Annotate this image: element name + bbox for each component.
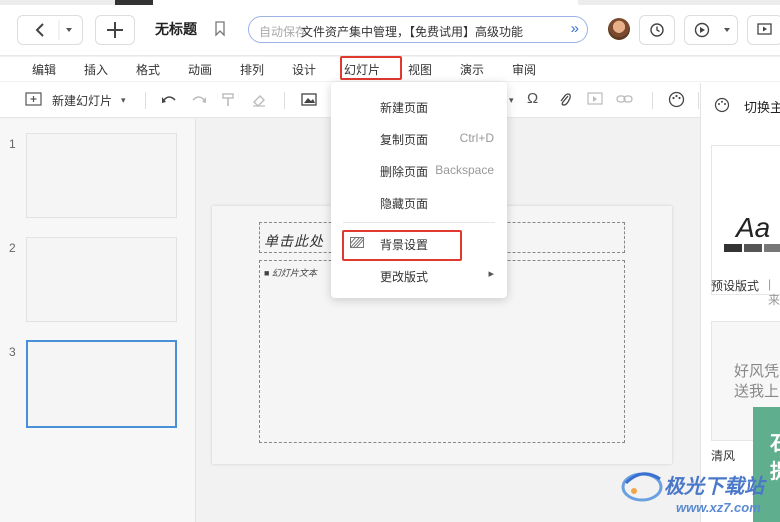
menu-review[interactable]: 审阅 [512,61,536,78]
new-slide-caret-icon[interactable]: ▾ [121,95,126,106]
theme-preview-2-line1: 好风凭 [734,363,780,380]
slide-number: 2 [9,241,16,255]
menu-item-duplicate-page[interactable]: 复制页面 [380,131,428,148]
theme-preview-3-text1: 石 [770,427,780,456]
slide-menu-dropdown: 新建页面 复制页面 Ctrl+D 删除页面 Backspace 隐藏页面 背景设… [331,82,507,298]
menu-view[interactable]: 视图 [408,61,432,78]
highlight-box-slide-menu [340,56,402,80]
promo-banner[interactable]: 自动保存 文件资产集中管理，【免费试用】高级功能 » [248,16,588,43]
watermark-brand: 极光下载站 [664,476,764,498]
slide-thumbnail-panel: 1 2 3 [0,119,196,522]
swatch [764,244,780,252]
theme-preview-aa: Aa [736,212,771,243]
image-icon[interactable] [301,92,318,107]
tab-strip-current [153,0,578,5]
theme-preview-1[interactable]: Aa [711,145,780,295]
shape-caret-icon[interactable]: ▾ [509,95,514,106]
caret-down-icon [66,28,72,32]
history-button[interactable] [639,15,675,45]
highlight-box-background-settings [342,230,462,261]
active-tab-indicator[interactable] [115,0,153,5]
theme-preview-2-label: 清风 [711,449,736,463]
play-button[interactable] [684,15,738,45]
theme-panel-title: 切换主 [744,100,780,115]
present-icon [757,23,772,35]
new-slide-icon[interactable] [25,91,43,108]
menu-design[interactable]: 设计 [292,61,316,78]
promo-banner-text[interactable]: 文件资产集中管理，【免费试用】高级功能 [301,23,523,40]
plus-icon [107,22,123,38]
double-chevron-right-icon[interactable]: » [571,20,579,37]
watermark-logo-icon [621,472,663,502]
chevron-left-icon[interactable] [18,15,82,45]
menu-present[interactable]: 演示 [460,61,484,78]
theme-preview-3-text2: 提 [770,455,780,484]
theme-preview-1-sublabel: | 来 [768,277,780,307]
document-title[interactable]: 无标题 [155,19,197,39]
eraser-icon[interactable] [251,92,267,108]
omega-icon[interactable]: Ω [527,90,538,107]
menu-item-new-page[interactable]: 新建页面 [380,99,428,116]
present-button[interactable] [747,15,780,45]
toolbar-divider [652,92,653,109]
slide-thumbnail-1[interactable] [26,133,177,218]
theme-preview-2-line2: 送我上 [734,383,780,400]
watermark-url: www.xz7.com [676,500,761,515]
slide-thumbnail-3-selected[interactable] [26,340,177,428]
slide-number: 1 [9,137,16,151]
swatch [724,244,742,252]
shortcut-duplicate: Ctrl+D [459,131,494,145]
format-painter-icon[interactable] [221,92,237,108]
menu-edit[interactable]: 编辑 [32,61,56,78]
title-placeholder-text: 单击此处 [264,233,324,249]
theme-panel: 切换主 Aa 预设版式 | 来 好风凭 送我上 清风 石 提 [700,83,780,522]
bookmark-icon[interactable] [214,21,226,37]
toolbar-divider [284,92,285,109]
swatch [744,244,762,252]
autosave-status: 自动保存 [259,25,308,39]
slide-thumbnail-2[interactable] [26,237,177,322]
submenu-arrow-icon: ▸ [488,268,494,280]
body-placeholder-text: ■ 幻灯片文本 [264,268,317,278]
menu-arrange[interactable]: 排列 [240,61,264,78]
back-button-group[interactable] [17,15,83,45]
shortcut-delete: Backspace [435,163,494,177]
menu-item-hide-page[interactable]: 隐藏页面 [380,195,428,212]
redo-icon[interactable] [190,92,208,108]
new-slide-button[interactable]: 新建幻灯片 [52,92,112,109]
paperclip-icon[interactable] [558,91,572,108]
avatar[interactable] [608,18,630,40]
menu-insert[interactable]: 插入 [84,61,108,78]
video-icon[interactable] [587,92,603,106]
play-icon [694,22,730,38]
menu-format[interactable]: 格式 [136,61,160,78]
link-icon[interactable] [616,93,634,105]
palette-icon [714,97,730,113]
caret-down-icon [724,28,730,32]
undo-icon[interactable] [160,92,178,108]
palette-icon[interactable] [668,91,685,108]
toolbar-divider [698,92,699,109]
menu-item-change-layout[interactable]: 更改版式 [380,268,428,285]
menu-item-delete-page[interactable]: 删除页面 [380,163,428,180]
history-icon [650,23,664,37]
toolbar-divider [145,92,146,109]
menu-animation[interactable]: 动画 [188,61,212,78]
new-tab-button[interactable] [95,15,135,45]
slide-number: 3 [9,345,16,359]
menu-divider [343,222,495,223]
theme-preview-1-label: 预设版式 [711,279,760,293]
